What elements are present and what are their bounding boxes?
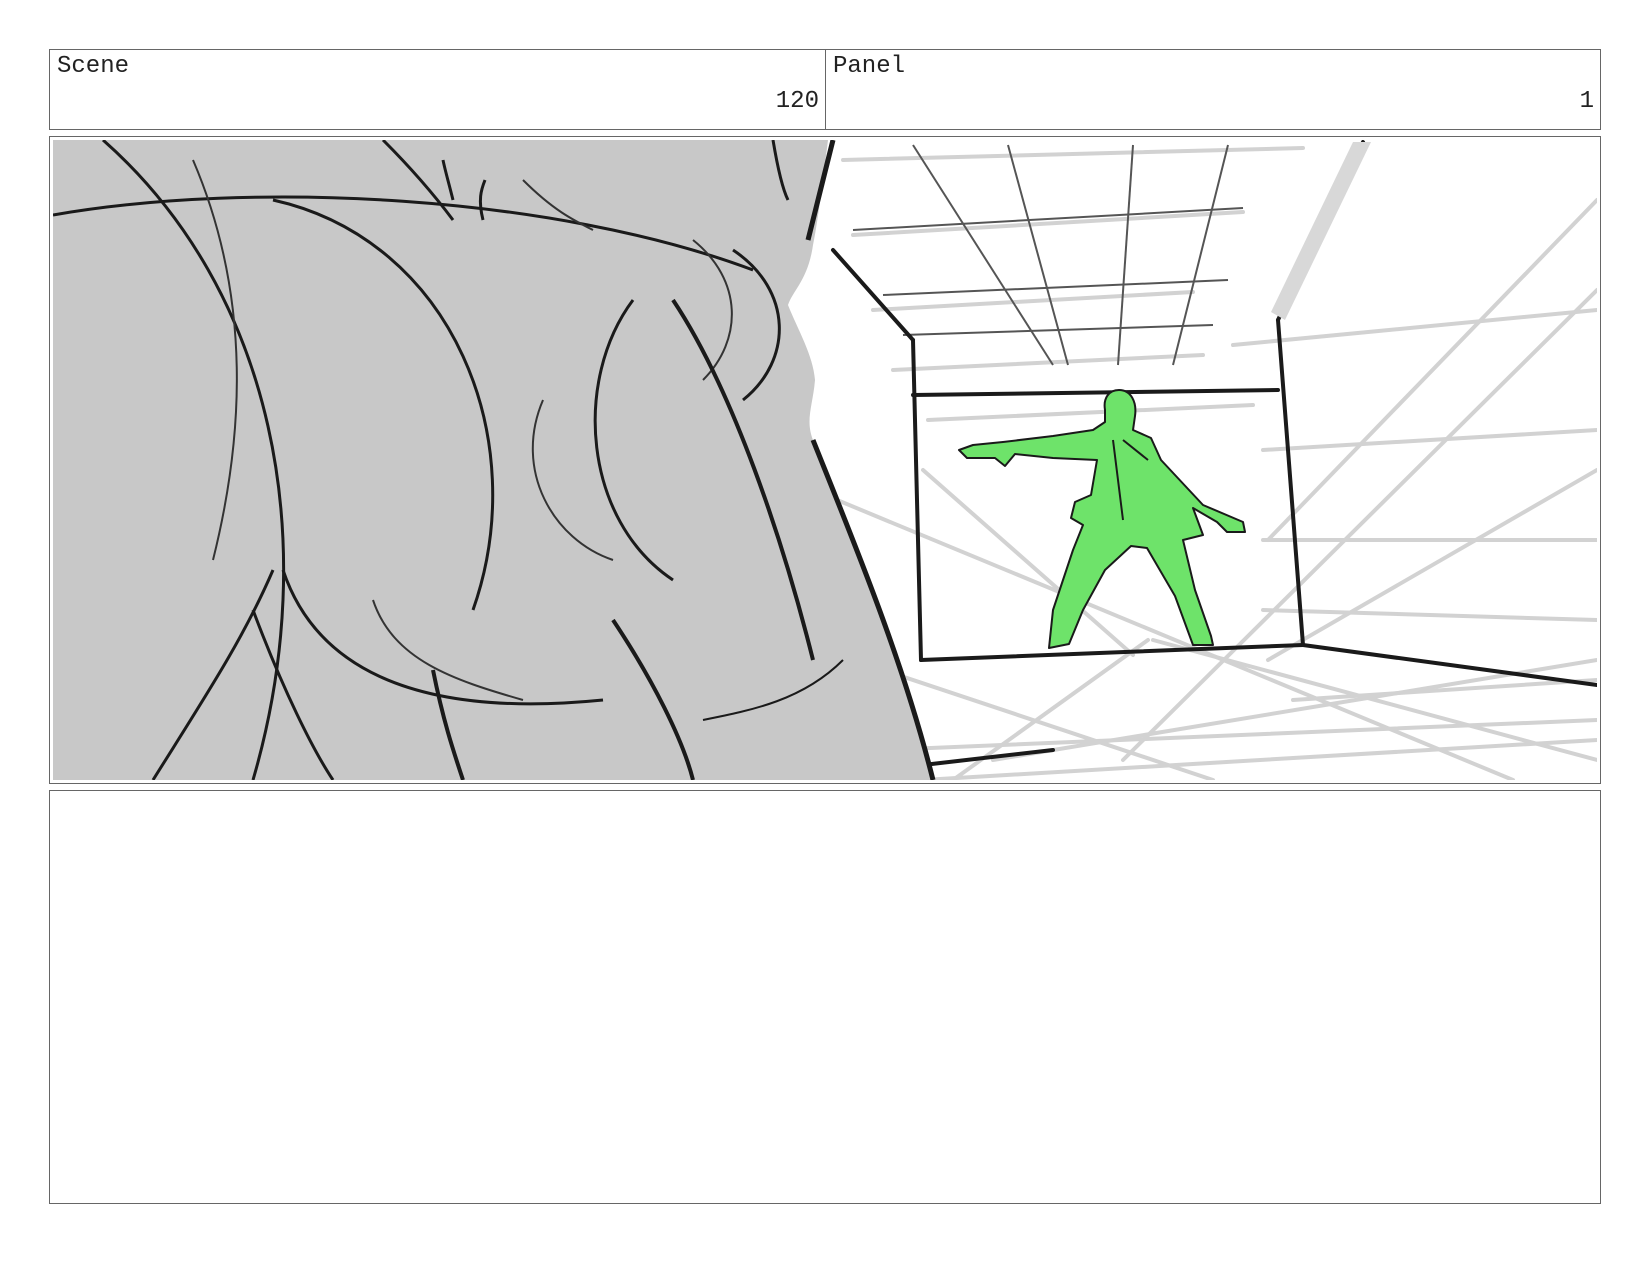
panel-field: Panel 1 (825, 49, 1601, 130)
scene-number: 120 (775, 88, 819, 115)
room-wall-fill (1271, 142, 1371, 320)
scene-field: Scene 120 (49, 49, 826, 130)
scene-label: Scene (57, 53, 130, 80)
ceiling-grid (852, 144, 1244, 366)
storyboard-sketch (53, 140, 1597, 780)
grey-figure (53, 140, 936, 780)
storyboard-drawing-frame (49, 136, 1601, 784)
panel-label: Panel (833, 53, 906, 80)
notes-area[interactable] (49, 790, 1601, 1204)
panel-number: 1 (1579, 88, 1594, 115)
